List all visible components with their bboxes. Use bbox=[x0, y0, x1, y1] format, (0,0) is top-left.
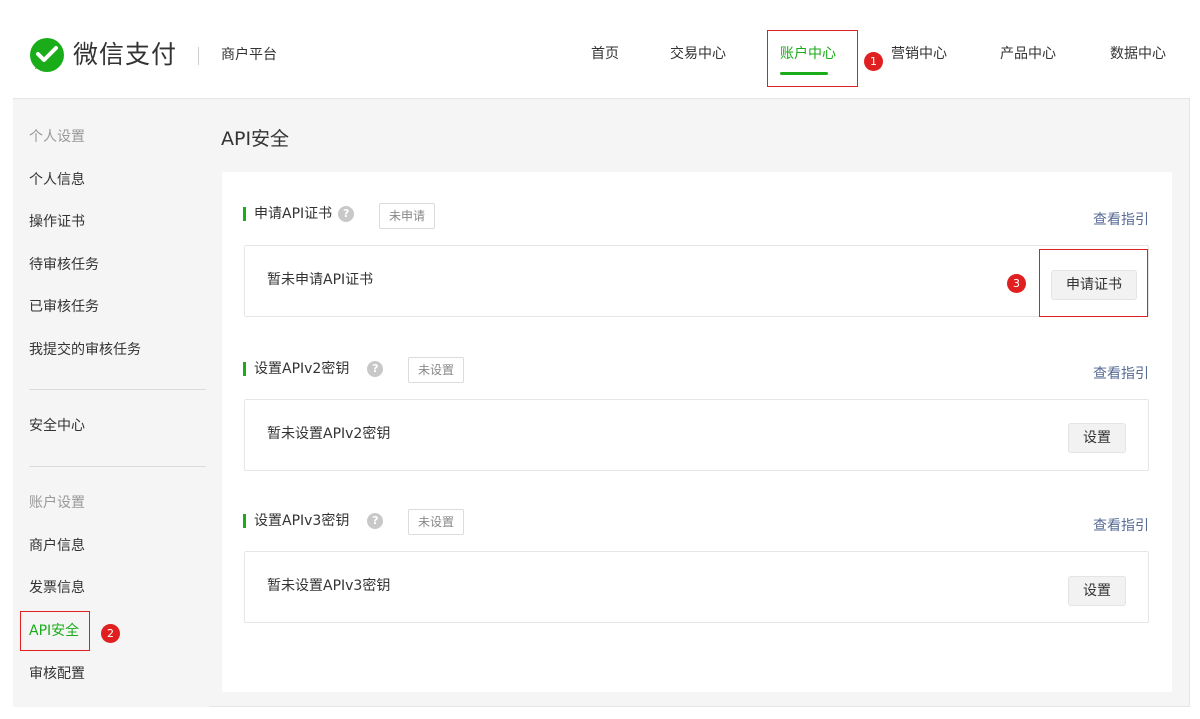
card-empty-text: 暂未设置APIv3密钥 bbox=[267, 578, 391, 594]
section-marker bbox=[243, 514, 246, 528]
nav-home[interactable]: 首页 bbox=[591, 43, 619, 65]
section-marker bbox=[243, 362, 246, 376]
question-circle-icon[interactable]: ? bbox=[367, 361, 384, 377]
section-title-apiv3-key: 设置APIv3密钥 ? bbox=[243, 511, 384, 531]
question-circle-icon[interactable]: ? bbox=[338, 206, 355, 222]
card-apiv2-key: 暂未设置APIv2密钥 bbox=[244, 399, 1149, 471]
step-badge-3: 3 bbox=[1007, 274, 1026, 293]
wechat-pay-logo bbox=[30, 38, 64, 72]
sidebar-item-security-center[interactable]: 安全中心 bbox=[29, 416, 85, 436]
sidebar-item-operation-cert[interactable]: 操作证书 bbox=[29, 212, 85, 232]
section-title-api-cert: 申请API证书 ? bbox=[243, 204, 355, 224]
step-badge-1: 1 bbox=[864, 52, 883, 71]
guide-link-api-cert[interactable]: 查看指引 bbox=[1093, 210, 1149, 230]
sidebar-item-review-config[interactable]: 审核配置 bbox=[29, 664, 85, 684]
card-empty-text: 暂未设置APIv2密钥 bbox=[267, 426, 391, 442]
guide-link-apiv3[interactable]: 查看指引 bbox=[1093, 516, 1149, 536]
highlight-box-nav bbox=[767, 30, 858, 87]
sidebar-item-pending-tasks[interactable]: 待审核任务 bbox=[29, 255, 99, 275]
set-apiv2-button[interactable]: 设置 bbox=[1068, 423, 1126, 453]
sidebar-item-invoice-info[interactable]: 发票信息 bbox=[29, 578, 85, 598]
guide-link-apiv2[interactable]: 查看指引 bbox=[1093, 364, 1149, 384]
status-tag-not-set: 未设置 bbox=[408, 509, 465, 535]
brand-name: 微信支付 bbox=[73, 40, 178, 69]
platform-name: 商户平台 bbox=[221, 47, 277, 63]
status-tag-not-set: 未设置 bbox=[408, 357, 465, 383]
top-header: 微信支付 商户平台 首页 交易中心 账户中心 营销中心 产品中心 数据中心 bbox=[13, 13, 1190, 99]
sidebar-item-submitted-tasks[interactable]: 我提交的审核任务 bbox=[29, 340, 141, 360]
step-badge-2: 2 bbox=[101, 624, 120, 643]
nav-product-center[interactable]: 产品中心 bbox=[1000, 43, 1056, 65]
sidebar-item-merchant-info[interactable]: 商户信息 bbox=[29, 536, 85, 556]
section-title-text: 设置APIv2密钥 bbox=[254, 361, 350, 377]
sidebar-heading-personal: 个人设置 bbox=[29, 129, 85, 145]
sidebar-item-personal-info[interactable]: 个人信息 bbox=[29, 170, 85, 190]
section-title-apiv2-key: 设置APIv2密钥 ? bbox=[243, 359, 384, 379]
nav-marketing-center[interactable]: 营销中心 bbox=[891, 43, 947, 65]
page-title: API安全 bbox=[221, 128, 290, 150]
card-apiv3-key: 暂未设置APIv3密钥 bbox=[244, 551, 1149, 623]
sidebar-heading-account: 账户设置 bbox=[29, 495, 85, 511]
set-apiv3-button[interactable]: 设置 bbox=[1068, 576, 1126, 606]
question-circle-icon[interactable]: ? bbox=[367, 513, 384, 529]
section-title-text: 设置APIv3密钥 bbox=[254, 513, 350, 529]
brand-divider bbox=[198, 47, 199, 65]
nav-data-center[interactable]: 数据中心 bbox=[1110, 43, 1166, 65]
nav-trade-center[interactable]: 交易中心 bbox=[670, 43, 726, 65]
section-marker bbox=[243, 207, 246, 221]
section-title-text: 申请API证书 bbox=[254, 206, 333, 222]
sidebar-divider bbox=[29, 389, 206, 390]
highlight-box-sidebar bbox=[20, 611, 90, 651]
highlight-box-apply bbox=[1039, 249, 1148, 317]
status-tag-not-applied: 未申请 bbox=[379, 203, 436, 229]
card-empty-text: 暂未申请API证书 bbox=[267, 272, 374, 288]
sidebar-item-reviewed-tasks[interactable]: 已审核任务 bbox=[29, 297, 99, 317]
sidebar-divider bbox=[29, 466, 206, 467]
